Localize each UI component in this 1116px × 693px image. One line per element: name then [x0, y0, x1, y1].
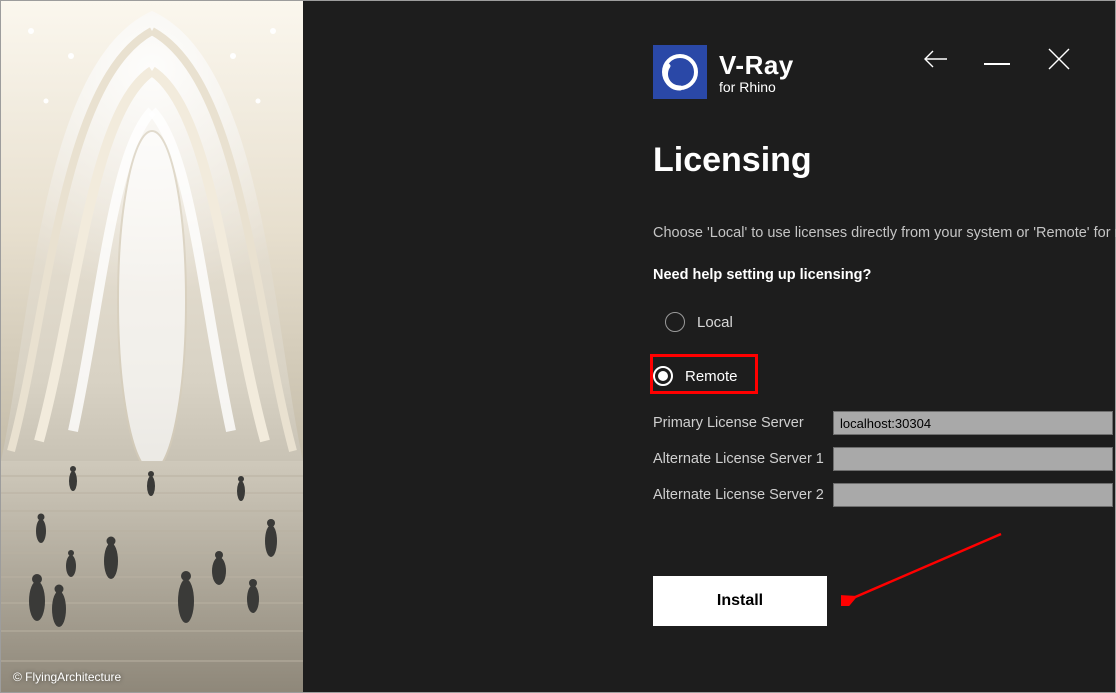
radio-remote-label: Remote — [685, 368, 738, 385]
product-logo: V-Ray for Rhino — [653, 45, 794, 99]
side-image-panel: © FlyingArchitecture — [1, 1, 303, 692]
back-arrow-icon — [921, 45, 949, 73]
radio-local[interactable]: Local — [665, 301, 738, 343]
vray-logo-icon — [653, 45, 707, 99]
minimize-icon — [984, 63, 1010, 65]
architecture-illustration — [1, 1, 303, 692]
server-fields: Primary License Server Alternate License… — [653, 411, 1113, 507]
install-button[interactable]: Install — [653, 576, 827, 626]
radio-local-label: Local — [697, 314, 733, 331]
radio-icon — [665, 312, 685, 332]
primary-server-label: Primary License Server — [653, 415, 833, 431]
brand-sub: for Rhino — [719, 79, 794, 95]
brand-name: V-Ray — [719, 50, 794, 81]
image-credit: © FlyingArchitecture — [13, 670, 121, 684]
window-controls — [921, 45, 1073, 73]
minimize-button[interactable] — [983, 45, 1011, 73]
close-icon — [1045, 45, 1073, 73]
radio-remote[interactable]: Remote — [653, 355, 738, 397]
back-button[interactable] — [921, 45, 949, 73]
logo-text: V-Ray for Rhino — [719, 50, 794, 95]
alt-server-1-label: Alternate License Server 1 — [653, 451, 833, 467]
primary-server-input[interactable] — [833, 411, 1113, 435]
page-title: Licensing — [653, 141, 812, 180]
close-button[interactable] — [1045, 45, 1073, 73]
annotation-arrow-icon — [841, 526, 1011, 606]
radio-icon — [653, 366, 673, 386]
description-text: Choose 'Local' to use licenses directly … — [653, 225, 1116, 241]
alt-server-1-input[interactable] — [833, 447, 1113, 471]
installer-window: © FlyingArchitecture — [0, 0, 1116, 693]
help-link[interactable]: Need help setting up licensing? — [653, 267, 871, 283]
alt-server-2-label: Alternate License Server 2 — [653, 487, 833, 503]
alt-server-2-input[interactable] — [833, 483, 1113, 507]
content-panel: V-Ray for Rhino Licensing Choose 'Local'… — [303, 1, 1115, 692]
license-mode-radio-group: Local Remote — [653, 301, 738, 397]
